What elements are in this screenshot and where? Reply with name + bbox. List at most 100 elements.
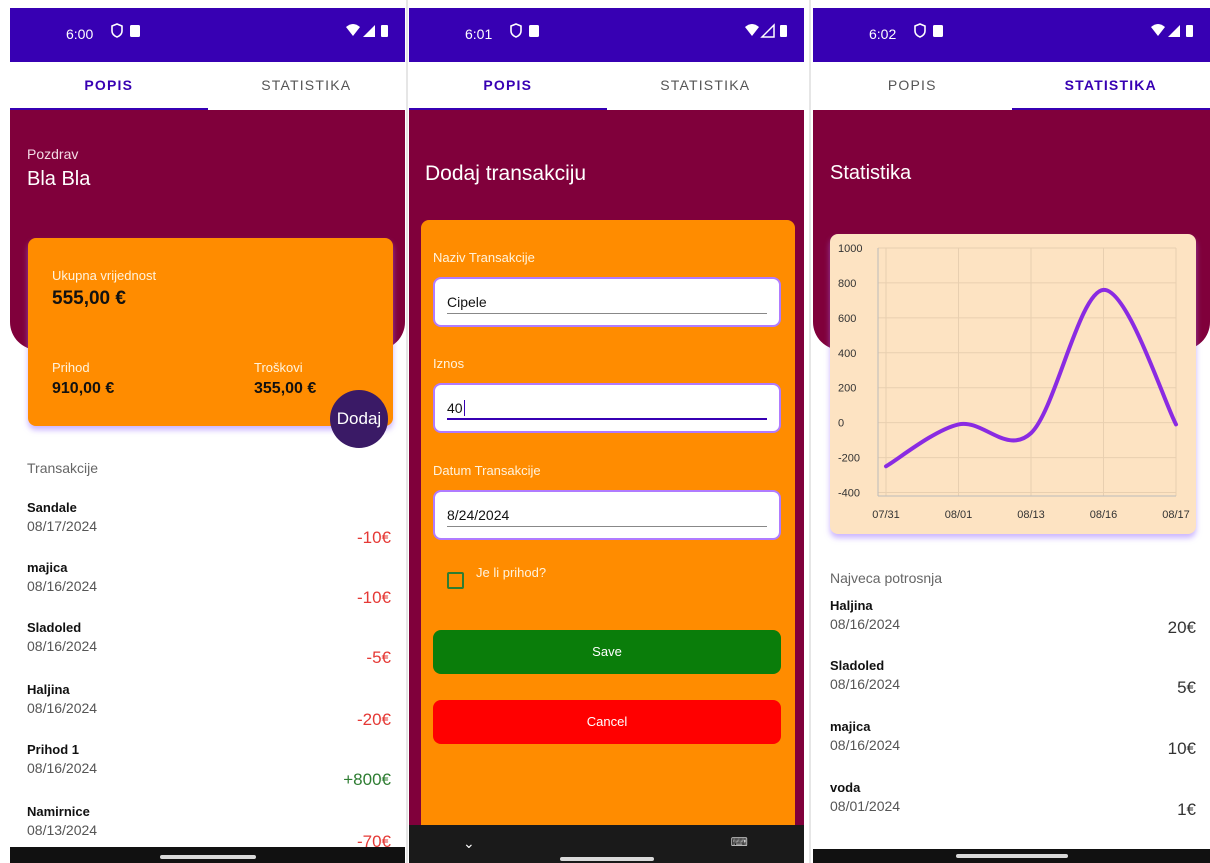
status-icons-left: [913, 23, 947, 44]
transaction-amount: -10€: [356, 588, 391, 607]
income-value: 910,00 €: [52, 380, 115, 397]
status-bar: 6:02: [813, 8, 1210, 62]
date-field[interactable]: 8/24/2024: [433, 490, 781, 540]
cancel-button[interactable]: Cancel: [433, 700, 781, 744]
status-icons-left: [110, 23, 144, 44]
top-spend-row[interactable]: Sladoled 08/16/2024 5€: [813, 658, 1210, 718]
top-spend-row[interactable]: voda 08/01/2024 1€: [813, 780, 1210, 840]
y-tick-label: 800: [838, 278, 856, 290]
transaction-row[interactable]: Sandale 08/17/2024 -10€: [10, 500, 405, 560]
save-button[interactable]: Save: [433, 630, 781, 674]
phone-add-transaction: 6:01 POPIS STATISTIKA Dodaj transakciju: [409, 8, 804, 863]
name-underline: [447, 313, 767, 314]
transaction-amount: -5€: [366, 648, 391, 667]
top-spend-date: 08/16/2024: [830, 737, 901, 753]
amount-value: 40: [447, 400, 463, 416]
income-checkbox-label: Je li prihod?: [476, 565, 547, 580]
transaction-amount: +800€: [343, 770, 391, 789]
date-label: Datum Transakcije: [433, 463, 541, 478]
chevron-down-icon[interactable]: ⌄: [463, 835, 475, 852]
top-spend-title: Najveca potrosnja: [830, 570, 943, 586]
phone-transactions-list: 6:00 POPIS STATISTIKA Pozdrav Bla Bla Uk…: [10, 8, 405, 863]
top-spend-date: 08/16/2024: [830, 676, 901, 692]
y-tick-label: -200: [838, 453, 860, 465]
tab-popis[interactable]: POPIS: [10, 62, 208, 110]
y-tick-label: 400: [838, 348, 856, 360]
transaction-date: 08/17/2024: [27, 518, 98, 534]
signal-battery-icon: [1151, 24, 1193, 37]
vpn-icon: [914, 23, 943, 38]
transaction-date: 08/16/2024: [27, 700, 98, 716]
total-value: 555,00 €: [52, 288, 126, 309]
expense-label: Troškovi: [254, 360, 303, 375]
chart-card: 1000 800 600 400 200 0 -200 -400 07/31 08/01 08/13…: [830, 234, 1196, 534]
top-spend-name: Haljina: [830, 598, 873, 613]
transaction-row[interactable]: Prihod 1 08/16/2024 +800€: [10, 742, 405, 802]
tab-popis[interactable]: POPIS: [813, 62, 1012, 110]
tab-popis[interactable]: POPIS: [409, 62, 607, 110]
status-icons-right: [345, 23, 391, 44]
home-handle[interactable]: [559, 857, 654, 861]
transaction-name: Sladoled: [27, 620, 82, 635]
tab-statistika[interactable]: STATISTIKA: [607, 62, 805, 110]
transaction-row[interactable]: Haljina 08/16/2024 -20€: [10, 682, 405, 742]
top-spend-amount: 10€: [1167, 739, 1196, 758]
status-time: 6:00: [66, 26, 94, 42]
home-handle[interactable]: [955, 854, 1068, 858]
income-checkbox[interactable]: [447, 572, 464, 589]
form-title: Dodaj transakciju: [425, 162, 587, 185]
transaction-amount: -20€: [356, 710, 391, 729]
top-spend-amount: 5€: [1177, 678, 1196, 697]
status-time: 6:01: [465, 26, 493, 42]
name-value: Cipele: [447, 294, 487, 310]
y-tick-label: 600: [838, 313, 856, 325]
transaction-date: 08/16/2024: [27, 578, 98, 594]
top-spend-row[interactable]: Haljina 08/16/2024 20€: [813, 598, 1210, 658]
name-field[interactable]: Cipele: [433, 277, 781, 327]
y-tick-label: -400: [838, 488, 860, 500]
tab-bar: POPIS STATISTIKA: [813, 62, 1210, 110]
text-caret: [463, 400, 465, 416]
top-spend-date: 08/16/2024: [830, 616, 901, 632]
transaction-name: Haljina: [27, 682, 70, 697]
top-spend-row[interactable]: majica 08/16/2024 10€: [813, 719, 1210, 779]
phone-statistics: 6:02 POPIS STATISTIKA Statistika 1000 80…: [813, 8, 1210, 863]
amount-field[interactable]: 40: [433, 383, 781, 433]
nav-bar: ⌄ ⌨: [409, 825, 804, 863]
date-underline: [447, 526, 767, 527]
signal-battery-icon: [346, 24, 388, 37]
nav-bar: [813, 849, 1210, 863]
home-handle[interactable]: [159, 855, 256, 859]
transaction-name: majica: [27, 560, 68, 575]
tab-statistika[interactable]: STATISTIKA: [1011, 62, 1210, 110]
user-name: Bla Bla: [27, 168, 91, 190]
transaction-date: 08/16/2024: [27, 638, 98, 654]
x-tick-label: 07/31: [872, 509, 900, 521]
top-spend-date: 08/01/2024: [830, 798, 901, 814]
screenshot-stage: 6:00 POPIS STATISTIKA Pozdrav Bla Bla Uk…: [0, 0, 1210, 863]
spending-line-chart: 1000 800 600 400 200 0 -200 -400 07/31 08/01 08/13…: [838, 243, 1190, 521]
vpn-icon: [510, 23, 539, 38]
y-tick-label: 200: [838, 383, 856, 395]
tab-bar: POPIS STATISTIKA: [10, 62, 405, 110]
signal-battery-icon: [745, 23, 787, 38]
status-bar: 6:01: [409, 8, 804, 62]
status-icons-right: [1150, 23, 1196, 44]
nav-bar: [10, 847, 405, 863]
add-transaction-button[interactable]: Dodaj: [330, 390, 388, 448]
transaction-amount: -10€: [356, 528, 391, 547]
expense-value: 355,00 €: [254, 380, 317, 397]
status-icons-right: [744, 23, 790, 44]
divider: [809, 0, 811, 863]
transaction-row[interactable]: majica 08/16/2024 -10€: [10, 560, 405, 620]
top-spend-name: majica: [830, 719, 871, 734]
transaction-row[interactable]: Sladoled 08/16/2024 -5€: [10, 620, 405, 680]
top-spend-name: Sladoled: [830, 658, 885, 673]
x-tick-label: 08/13: [1017, 509, 1045, 521]
keyboard-icon[interactable]: ⌨: [731, 835, 748, 849]
y-tick-label: 1000: [838, 243, 862, 255]
tab-statistika[interactable]: STATISTIKA: [208, 62, 406, 110]
amount-value-wrap: 40: [447, 400, 465, 416]
x-tick-label: 08/01: [945, 509, 973, 521]
date-value: 8/24/2024: [447, 507, 510, 523]
